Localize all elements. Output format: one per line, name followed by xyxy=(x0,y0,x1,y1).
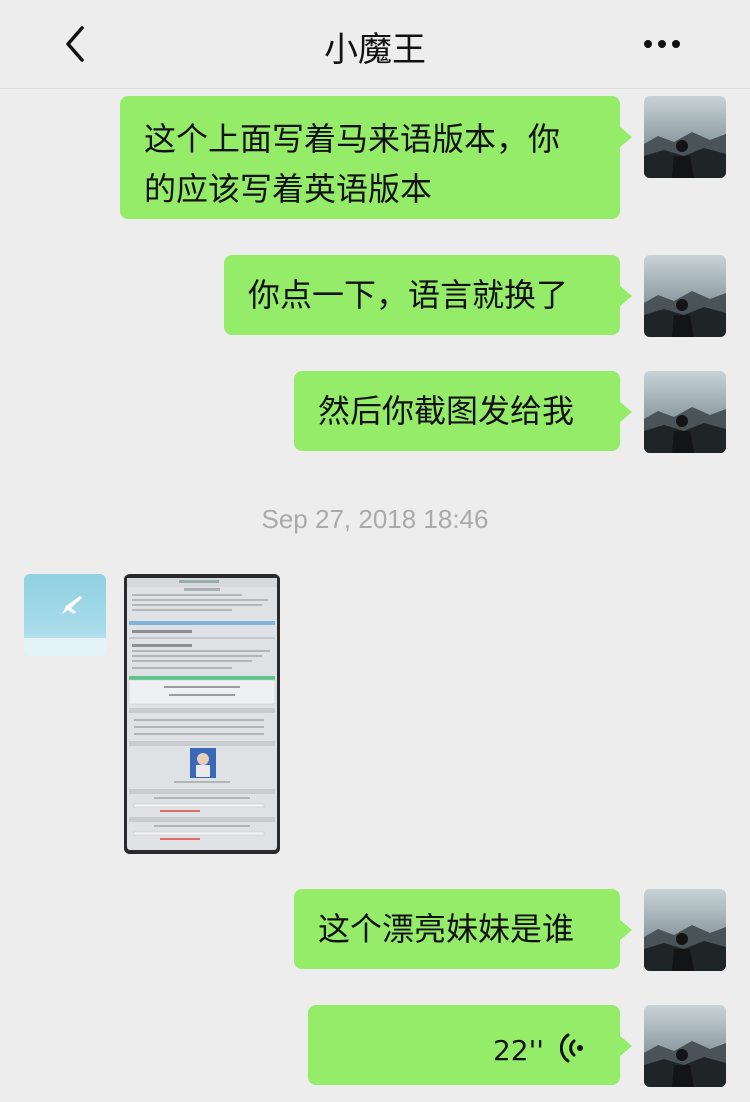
message-bubble-sent[interactable]: 这个漂亮妹妹是谁 xyxy=(294,889,632,969)
voice-wave-icon xyxy=(560,1033,583,1063)
message-text: 然后你截图发给我 xyxy=(318,392,575,430)
voice-duration: 22'' xyxy=(492,1034,544,1067)
phone-screenshot-photo xyxy=(124,574,280,854)
message-text: 这个漂亮妹妹是谁 xyxy=(318,910,575,948)
landscape-avatar-image xyxy=(644,255,726,337)
message-timestamp: Sep 27, 2018 18:46 xyxy=(261,504,489,534)
message-text-line: 这个上面写着马来语版本，你 xyxy=(144,120,561,158)
my-avatar[interactable] xyxy=(644,1005,726,1087)
more-dots-icon xyxy=(644,40,680,48)
airplane-sky-avatar-image xyxy=(24,574,106,656)
bubble-tail xyxy=(619,1035,632,1057)
my-avatar[interactable] xyxy=(644,889,726,971)
landscape-avatar-image xyxy=(644,889,726,971)
message-bubble-sent[interactable]: 这个上面写着马来语版本，你 的应该写着英语版本 xyxy=(120,96,632,219)
bubble-tail xyxy=(619,401,632,423)
landscape-avatar-image xyxy=(644,96,726,178)
my-avatar[interactable] xyxy=(644,255,726,337)
contact-avatar[interactable] xyxy=(24,574,106,656)
voice-message-bubble[interactable]: 22'' xyxy=(308,1005,632,1085)
bubble-tail xyxy=(619,285,632,307)
message-bubble-sent[interactable]: 你点一下，语言就换了 xyxy=(224,255,632,335)
my-avatar[interactable] xyxy=(644,96,726,178)
more-button[interactable] xyxy=(636,22,688,66)
message-bubble-sent[interactable]: 然后你截图发给我 xyxy=(294,371,632,451)
landscape-avatar-image xyxy=(644,1005,726,1087)
bubble-tail xyxy=(619,126,632,148)
navigation-bar: 小魔王 xyxy=(0,0,750,89)
message-text: 你点一下，语言就换了 xyxy=(248,276,569,314)
message-text-line: 的应该写着英语版本 xyxy=(144,170,433,208)
received-image[interactable] xyxy=(124,574,280,854)
my-avatar[interactable] xyxy=(644,371,726,453)
bubble-tail xyxy=(619,919,632,941)
landscape-avatar-image xyxy=(644,371,726,453)
